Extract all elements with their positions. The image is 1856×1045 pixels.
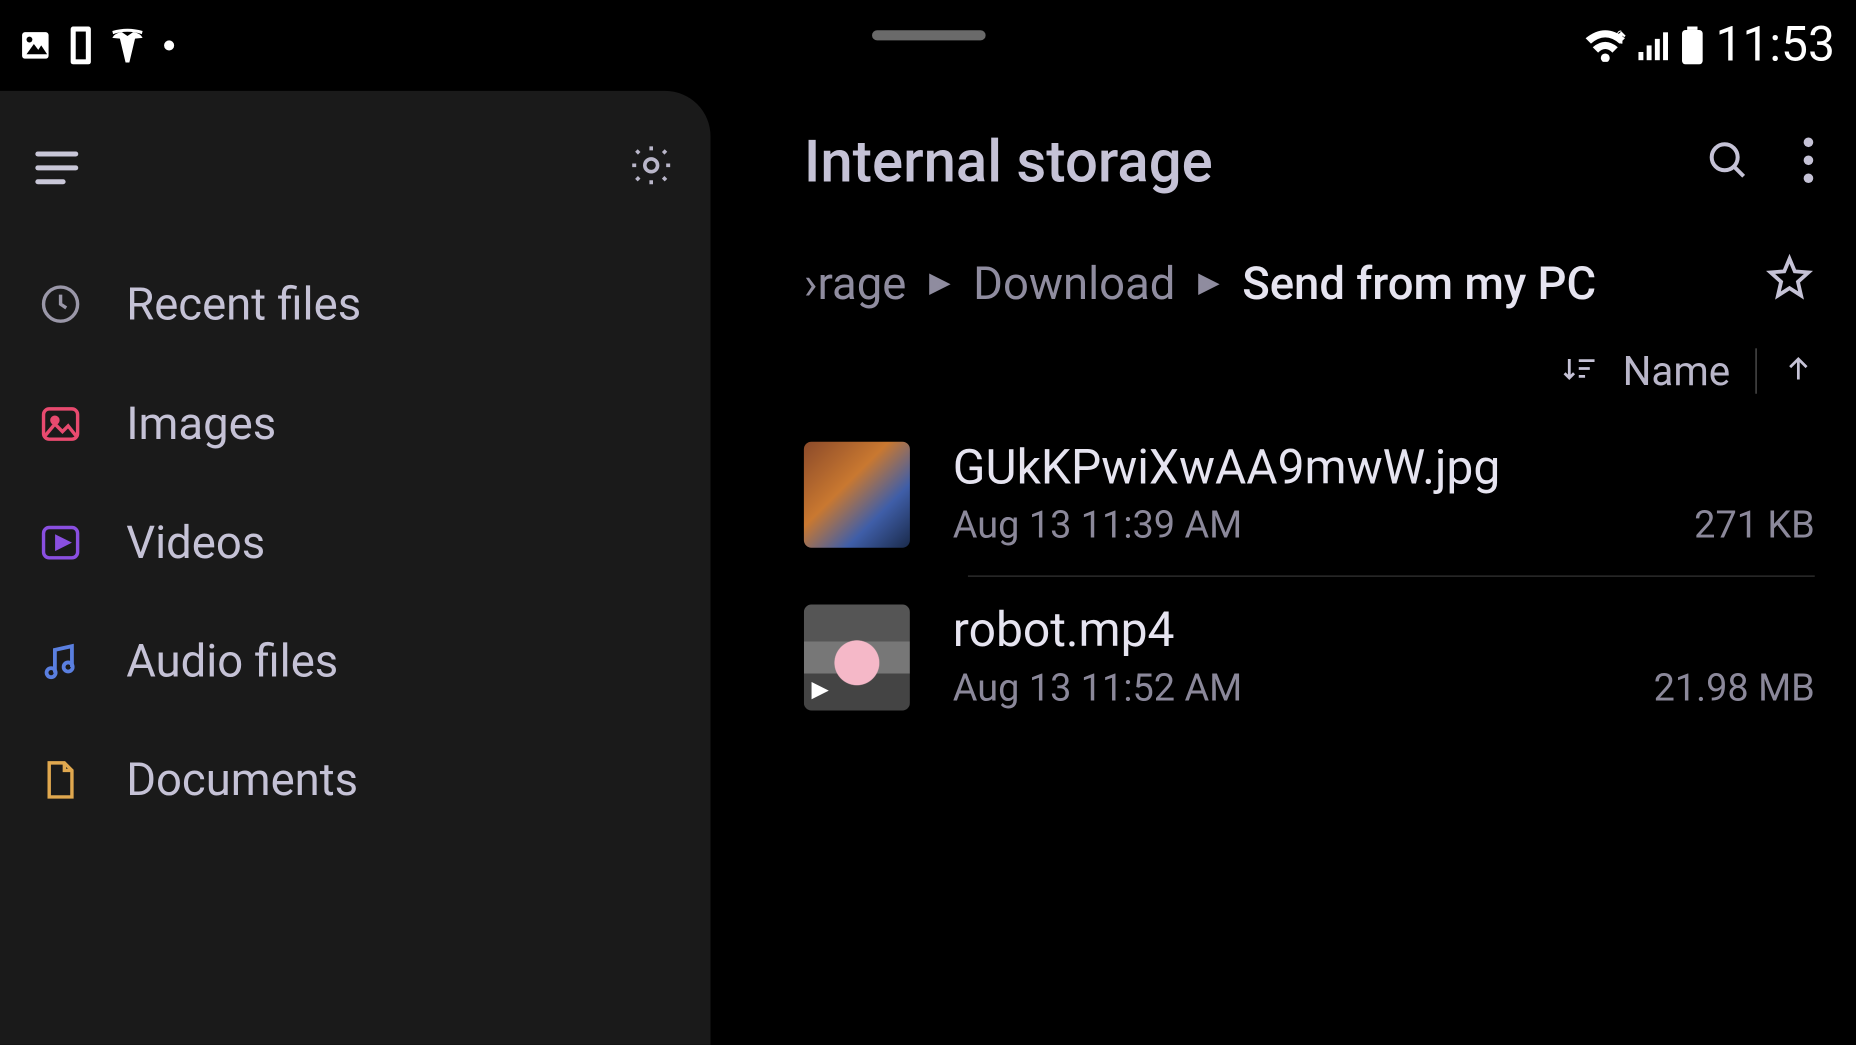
search-icon[interactable] bbox=[1704, 136, 1752, 189]
sidebar-item-recent[interactable]: Recent files bbox=[0, 245, 711, 364]
breadcrumb-download[interactable]: Download bbox=[973, 257, 1175, 310]
image-icon bbox=[35, 401, 85, 446]
sort-label[interactable]: Name bbox=[1623, 347, 1731, 395]
battery-icon bbox=[1680, 27, 1705, 65]
file-date: Aug 13 11:52 AM bbox=[953, 666, 1242, 710]
status-bar: 6 11:53 bbox=[0, 0, 1856, 91]
sidebar-item-label: Videos bbox=[126, 516, 265, 569]
arrow-up-icon[interactable] bbox=[1782, 347, 1815, 395]
file-name: GUkKPwiXwAA9mwW.jpg bbox=[953, 440, 1815, 496]
file-row[interactable]: ▶ robot.mp4 Aug 13 11:52 AM 21.98 MB bbox=[804, 575, 1815, 738]
status-time: 11:53 bbox=[1716, 18, 1835, 74]
sidebar-item-images[interactable]: Images bbox=[0, 365, 711, 484]
dot-icon bbox=[164, 40, 174, 50]
page-title: Internal storage bbox=[804, 129, 1213, 197]
file-size: 271 KB bbox=[1694, 504, 1815, 548]
file-name: robot.mp4 bbox=[953, 603, 1815, 659]
sidebar-item-label: Images bbox=[126, 398, 276, 451]
sidebar: Recent files Images Videos Audio files bbox=[0, 91, 711, 1045]
clock-icon bbox=[35, 281, 85, 326]
drag-handle[interactable] bbox=[872, 30, 986, 40]
menu-icon[interactable] bbox=[35, 151, 78, 184]
sidebar-item-audio[interactable]: Audio files bbox=[0, 602, 711, 721]
file-date: Aug 13 11:39 AM bbox=[953, 504, 1242, 548]
sidebar-item-videos[interactable]: Videos bbox=[0, 483, 711, 602]
breadcrumb-storage[interactable]: ›rage bbox=[804, 257, 906, 310]
sort-icon[interactable] bbox=[1559, 347, 1597, 395]
sidebar-item-label: Recent files bbox=[126, 278, 361, 331]
file-row[interactable]: GUkKPwiXwAA9mwW.jpg Aug 13 11:39 AM 271 … bbox=[804, 413, 1815, 576]
star-icon[interactable] bbox=[1764, 252, 1814, 314]
divider bbox=[1755, 348, 1756, 393]
settings-icon[interactable] bbox=[627, 141, 675, 194]
chevron-right-icon: ▶ bbox=[1198, 268, 1219, 300]
more-icon[interactable] bbox=[1802, 136, 1815, 189]
file-thumbnail: ▶ bbox=[804, 604, 910, 710]
sidebar-item-documents[interactable]: Documents bbox=[0, 721, 711, 840]
file-size: 21.98 MB bbox=[1654, 666, 1815, 710]
document-icon bbox=[35, 757, 85, 802]
main-content: Internal storage ›rage ▶ Download ▶ Send… bbox=[711, 91, 1856, 1045]
file-thumbnail bbox=[804, 441, 910, 547]
sidebar-item-label: Audio files bbox=[126, 635, 338, 688]
device-icon bbox=[66, 27, 96, 65]
audio-icon bbox=[35, 639, 85, 684]
breadcrumb: ›rage ▶ Download ▶ Send from my PC bbox=[804, 252, 1815, 314]
signal-icon bbox=[1637, 30, 1670, 60]
picture-icon bbox=[18, 28, 53, 63]
file-list: GUkKPwiXwAA9mwW.jpg Aug 13 11:39 AM 271 … bbox=[804, 413, 1815, 739]
tesla-icon bbox=[109, 27, 147, 65]
breadcrumb-current: Send from my PC bbox=[1242, 257, 1596, 310]
video-icon bbox=[35, 520, 85, 565]
sidebar-item-label: Documents bbox=[126, 753, 358, 806]
chevron-right-icon: ▶ bbox=[929, 268, 950, 300]
wifi-icon: 6 bbox=[1584, 29, 1627, 62]
play-icon: ▶ bbox=[811, 676, 828, 703]
